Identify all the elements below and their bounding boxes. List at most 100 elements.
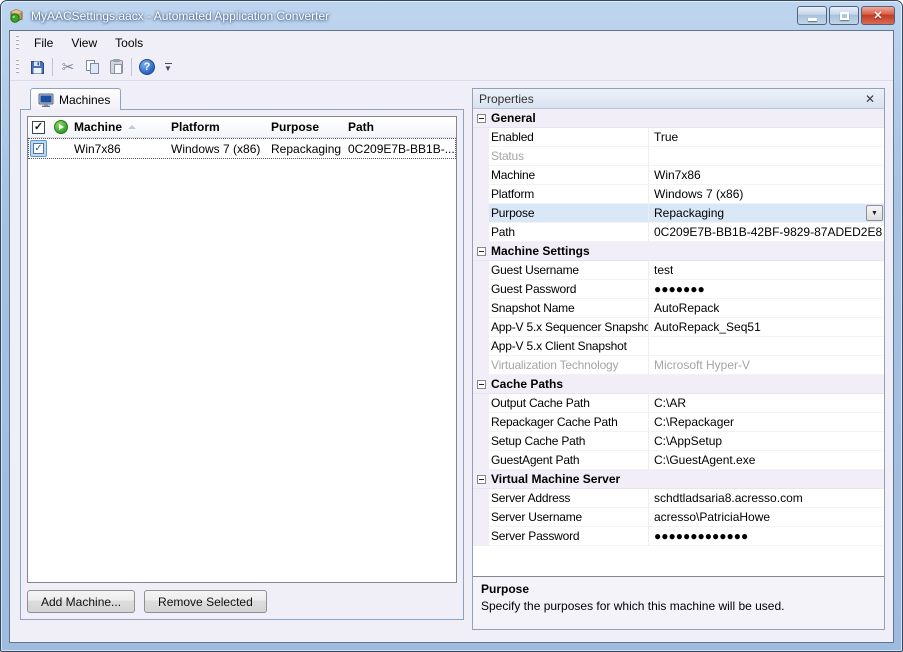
property-value[interactable]: C:\Repackager — [649, 413, 884, 432]
run-column-header[interactable] — [49, 120, 72, 134]
property-category[interactable]: General — [473, 109, 884, 128]
machine-list[interactable]: ✓ Machine Platform Purpose Path ✓ Win7x8… — [27, 116, 457, 583]
property-name[interactable]: Server Username — [489, 508, 649, 527]
property-row[interactable]: GuestAgent PathC:\GuestAgent.exe — [473, 451, 884, 470]
property-value[interactable]: C:\GuestAgent.exe — [649, 451, 884, 470]
property-grid[interactable]: GeneralEnabledTrueStatusMachineWin7x86Pl… — [473, 109, 884, 576]
property-name[interactable]: Machine — [489, 166, 649, 185]
property-row[interactable]: Output Cache PathC:\AR — [473, 394, 884, 413]
property-row[interactable]: PlatformWindows 7 (x86) — [473, 185, 884, 204]
save-button[interactable] — [25, 56, 49, 78]
property-row[interactable]: MachineWin7x86 — [473, 166, 884, 185]
copy-button[interactable] — [80, 56, 104, 78]
property-row[interactable]: Virtualization TechnologyMicrosoft Hyper… — [473, 356, 884, 375]
maximize-button[interactable] — [829, 6, 859, 25]
property-value[interactable] — [649, 147, 884, 166]
property-value[interactable]: schdtladsaria8.acresso.com — [649, 489, 884, 508]
menu-file[interactable]: File — [25, 33, 62, 53]
property-row[interactable]: Path0C209E7B-BB1B-42BF-9829-87ADED2E8 — [473, 223, 884, 242]
property-category[interactable]: Machine Settings — [473, 242, 884, 261]
property-value[interactable]: C:\AppSetup — [649, 432, 884, 451]
paste-button[interactable] — [104, 56, 128, 78]
select-all-column-header[interactable]: ✓ — [28, 121, 49, 134]
property-name[interactable]: Enabled — [489, 128, 649, 147]
property-row[interactable]: Server Addressschdtladsaria8.acresso.com — [473, 489, 884, 508]
property-value[interactable]: 0C209E7B-BB1B-42BF-9829-87ADED2E8 — [649, 223, 884, 242]
cell-platform[interactable]: Windows 7 (x86) — [171, 142, 271, 156]
property-value[interactable]: Repackaging▼ — [649, 204, 884, 223]
property-value[interactable]: C:\AR — [649, 394, 884, 413]
property-name[interactable]: Virtualization Technology — [489, 356, 649, 375]
tab-machines[interactable]: Machines — [30, 88, 121, 110]
property-value[interactable]: Win7x86 — [649, 166, 884, 185]
property-name[interactable]: Purpose — [489, 204, 649, 223]
property-value[interactable]: AutoRepack_Seq51 — [649, 318, 884, 337]
toolbar-options-button[interactable]: ▼ — [161, 56, 175, 78]
property-row[interactable]: EnabledTrue — [473, 128, 884, 147]
cell-machine[interactable]: Win7x86 — [72, 142, 171, 156]
collapse-icon[interactable] — [477, 380, 486, 389]
property-row[interactable]: Setup Cache PathC:\AppSetup — [473, 432, 884, 451]
machine-row[interactable]: ✓ Win7x86 Windows 7 (x86) Repackaging 0C… — [28, 138, 456, 159]
property-category[interactable]: Cache Paths — [473, 375, 884, 394]
property-row[interactable]: Guest Password●●●●●●● — [473, 280, 884, 299]
close-properties-button[interactable]: ✕ — [862, 92, 878, 106]
property-name[interactable]: Output Cache Path — [489, 394, 649, 413]
property-row[interactable]: Repackager Cache PathC:\Repackager — [473, 413, 884, 432]
property-value[interactable]: AutoRepack — [649, 299, 884, 318]
property-value[interactable]: Microsoft Hyper-V — [649, 356, 884, 375]
property-row[interactable]: Guest Usernametest — [473, 261, 884, 280]
dropdown-button[interactable]: ▼ — [866, 205, 883, 221]
property-value[interactable]: True — [649, 128, 884, 147]
property-name[interactable]: App-V 5.x Client Snapshot — [489, 337, 649, 356]
column-header-path[interactable]: Path — [348, 120, 456, 134]
property-category[interactable]: Virtual Machine Server — [473, 470, 884, 489]
toolbar-grip[interactable] — [16, 59, 21, 75]
property-value[interactable]: ●●●●●●● — [649, 280, 884, 299]
property-name[interactable]: Server Address — [489, 489, 649, 508]
property-row[interactable]: Status — [473, 147, 884, 166]
collapse-icon[interactable] — [477, 114, 486, 123]
property-name[interactable]: Guest Username — [489, 261, 649, 280]
property-name[interactable]: Setup Cache Path — [489, 432, 649, 451]
property-row[interactable]: Server Usernameacresso\PatriciaHowe — [473, 508, 884, 527]
column-header-purpose[interactable]: Purpose — [271, 120, 348, 134]
cell-purpose[interactable]: Repackaging — [271, 142, 348, 156]
property-name[interactable]: Server Password — [489, 527, 649, 546]
menu-view[interactable]: View — [62, 33, 106, 53]
menu-tools[interactable]: Tools — [106, 33, 152, 53]
title-bar[interactable]: MyAACSettings.aacx - Automated Applicati… — [1, 1, 902, 30]
property-value[interactable]: test — [649, 261, 884, 280]
remove-selected-button[interactable]: Remove Selected — [144, 590, 267, 613]
property-value[interactable] — [649, 337, 884, 356]
property-name[interactable]: Guest Password — [489, 280, 649, 299]
property-value[interactable]: ●●●●●●●●●●●●● — [649, 527, 884, 546]
minimize-button[interactable] — [797, 6, 827, 25]
property-row[interactable]: App-V 5.x Client Snapshot — [473, 337, 884, 356]
property-row[interactable]: Snapshot NameAutoRepack — [473, 299, 884, 318]
property-name[interactable]: App-V 5.x Sequencer Snapshot — [489, 318, 649, 337]
property-name[interactable]: GuestAgent Path — [489, 451, 649, 470]
row-checkbox[interactable]: ✓ — [33, 143, 44, 154]
column-header-platform[interactable]: Platform — [171, 120, 271, 134]
property-name[interactable]: Path — [489, 223, 649, 242]
collapse-icon[interactable] — [477, 475, 486, 484]
property-name[interactable]: Snapshot Name — [489, 299, 649, 318]
close-button[interactable]: ✕ — [861, 6, 895, 25]
property-value[interactable]: Windows 7 (x86) — [649, 185, 884, 204]
cut-button[interactable]: ✂ — [56, 56, 80, 78]
add-machine-button[interactable]: Add Machine... — [27, 590, 135, 613]
cell-path[interactable]: 0C209E7B-BB1B-... — [348, 142, 456, 156]
menubar-grip[interactable] — [16, 35, 21, 51]
property-row[interactable]: App-V 5.x Sequencer SnapshotAutoRepack_S… — [473, 318, 884, 337]
property-name[interactable]: Platform — [489, 185, 649, 204]
property-row[interactable]: PurposeRepackaging▼ — [473, 204, 884, 223]
collapse-icon[interactable] — [477, 247, 486, 256]
column-header-machine[interactable]: Machine — [72, 120, 171, 134]
property-row[interactable]: Server Password●●●●●●●●●●●●● — [473, 527, 884, 546]
property-name[interactable]: Status — [489, 147, 649, 166]
property-name[interactable]: Repackager Cache Path — [489, 413, 649, 432]
property-value[interactable]: acresso\PatriciaHowe — [649, 508, 884, 527]
select-all-checkbox[interactable]: ✓ — [32, 121, 45, 134]
help-button[interactable]: ? — [135, 56, 159, 78]
